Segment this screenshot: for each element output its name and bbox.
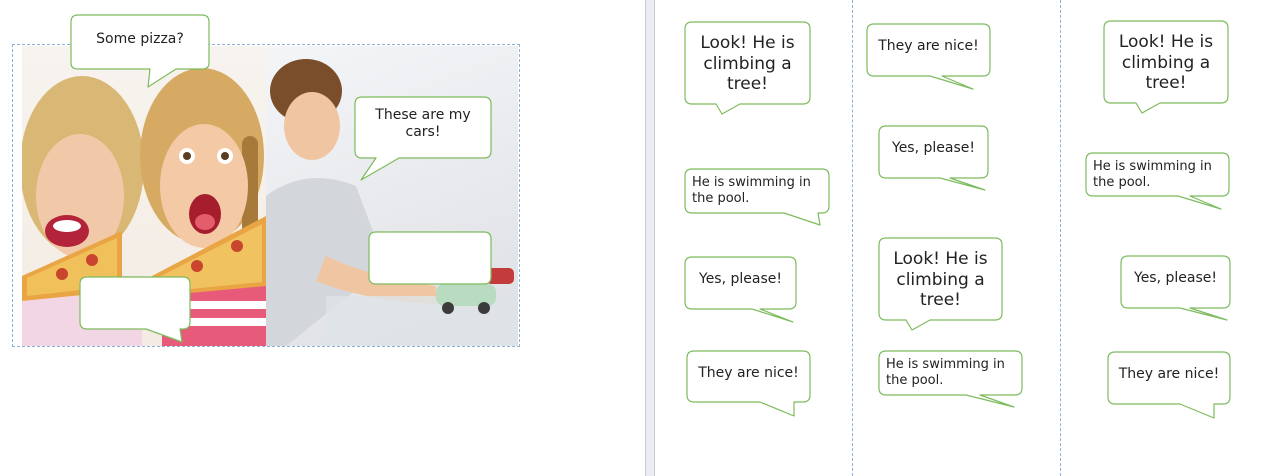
card-yes-please[interactable]: Yes, please!: [685, 257, 796, 302]
card-climbing-tree[interactable]: Look! He is climbing a tree!: [1108, 25, 1224, 101]
card-yes-please[interactable]: Yes, please!: [879, 126, 988, 170]
card-yes-please[interactable]: Yes, please!: [1121, 256, 1230, 300]
cars-bubble[interactable]: These are my cars!: [360, 100, 486, 148]
card-swimming-pool[interactable]: He is swimming in the pool.: [886, 354, 1020, 392]
card-they-are-nice[interactable]: They are nice!: [687, 351, 810, 395]
card-swimming-pool[interactable]: He is swimming in the pool.: [692, 172, 826, 210]
card-climbing-tree[interactable]: Look! He is climbing a tree!: [689, 26, 806, 102]
card-they-are-nice[interactable]: They are nice!: [1108, 352, 1230, 396]
card-they-are-nice[interactable]: They are nice!: [867, 24, 990, 68]
card-climbing-tree[interactable]: Look! He is climbing a tree!: [883, 242, 998, 318]
pizza-bubble[interactable]: Some pizza?: [71, 24, 209, 54]
blank-bubble-boy[interactable]: [369, 232, 491, 284]
bubble-outlines: [70, 14, 1231, 419]
blank-bubble-girls[interactable]: [80, 277, 190, 329]
card-swimming-pool[interactable]: He is swimming in the pool.: [1093, 156, 1227, 194]
